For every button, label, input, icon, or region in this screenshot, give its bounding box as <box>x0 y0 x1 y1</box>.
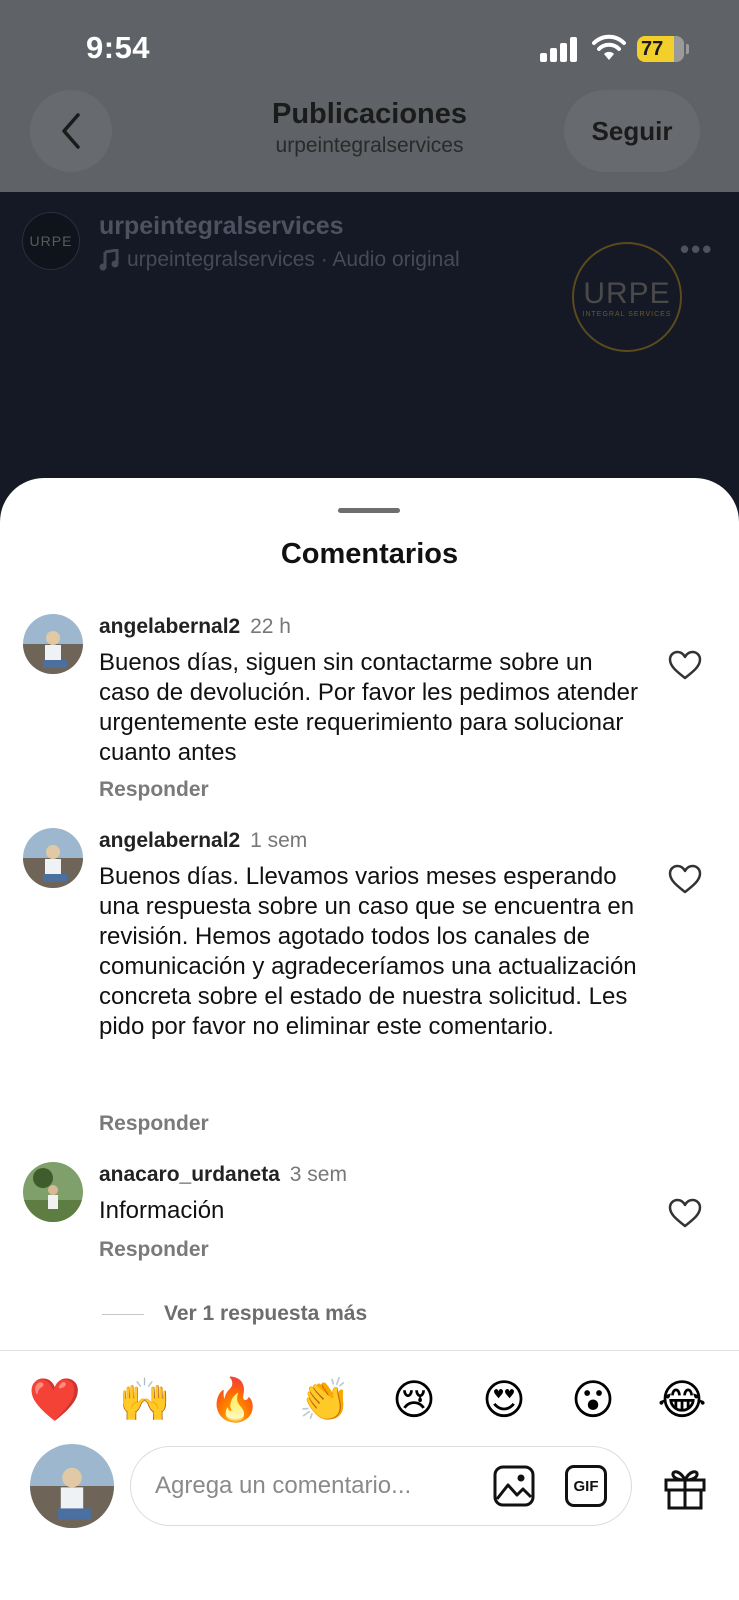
wifi-icon <box>592 34 626 60</box>
comment-header: angelabernal2 1 sem <box>99 828 307 854</box>
avatar[interactable] <box>23 614 83 674</box>
emoji-heart[interactable]: ❤️ <box>25 1370 85 1430</box>
comments-sheet: Comentarios angelabernal2 22 h Buenos dí… <box>0 478 739 1600</box>
post-avatar[interactable]: URPE <box>22 212 80 270</box>
divider-line <box>102 1313 144 1315</box>
chevron-left-icon <box>62 113 80 149</box>
emoji-clapping[interactable]: 👏 <box>295 1370 355 1430</box>
avatar[interactable] <box>23 1162 83 1222</box>
view-more-replies[interactable]: Ver 1 respuesta más <box>102 1302 367 1326</box>
sheet-title: Comentarios <box>280 538 459 570</box>
sheet-drag-handle[interactable] <box>338 508 400 513</box>
page-title: Publicaciones <box>271 98 467 130</box>
quick-emoji-bar: ❤️ 🙌 🔥 👏 😢 😍 😮 😂 <box>0 1370 739 1430</box>
current-user-avatar <box>30 1444 114 1528</box>
gift-icon[interactable] <box>662 1464 708 1510</box>
gif-button[interactable]: GIF <box>565 1465 607 1507</box>
logo-subtext: INTEGRAL SERVICES <box>582 310 672 318</box>
battery-icon: 77 <box>637 36 689 62</box>
status-time: 9:54 <box>86 30 151 65</box>
comment-text: Información <box>99 1197 225 1224</box>
comment-timestamp: 3 sem <box>289 1163 347 1186</box>
emoji-raised-hands[interactable]: 🙌 <box>115 1370 175 1430</box>
urpe-logo: URPE INTEGRAL SERVICES <box>572 242 682 352</box>
instagram-comments-screen: 9:54 77 Publicaciones urpeintegralservic… <box>0 0 739 1600</box>
top-bar: 9:54 77 Publicaciones urpeintegralservic… <box>0 0 739 192</box>
emoji-crying[interactable]: 😢 <box>384 1370 444 1430</box>
heart-icon[interactable] <box>668 864 702 894</box>
comment-username[interactable]: anacaro_urdaneta <box>99 1163 280 1186</box>
battery-level: 77 <box>641 38 664 60</box>
comment-timestamp: 22 h <box>250 615 291 638</box>
comment-username[interactable]: angelabernal2 <box>99 829 240 852</box>
comment-timestamp: 1 sem <box>250 829 308 852</box>
reply-button[interactable]: Responder <box>99 1238 209 1262</box>
reply-button[interactable]: Responder <box>99 778 209 802</box>
logo-text: URPE <box>583 276 671 310</box>
comment-header: anacaro_urdaneta 3 sem <box>99 1162 347 1188</box>
emoji-heart-eyes[interactable]: 😍 <box>474 1370 534 1430</box>
comment-input[interactable] <box>155 1447 475 1525</box>
comment-text: Buenos días. Llevamos varios meses esper… <box>99 863 637 1040</box>
post-audio-label: urpeintegralservices · Audio original <box>127 248 460 271</box>
heart-icon[interactable] <box>668 1198 702 1228</box>
back-button[interactable] <box>30 90 112 172</box>
more-options-icon[interactable]: ••• <box>680 234 713 265</box>
post-preview: URPE urpeintegralservices urpeintegralse… <box>0 192 739 522</box>
emoji-surprised[interactable]: 😮 <box>563 1370 623 1430</box>
avatar[interactable] <box>23 828 83 888</box>
reply-button[interactable]: Responder <box>99 1112 209 1136</box>
comment-composer: GIF <box>130 1446 632 1526</box>
comment-username[interactable]: angelabernal2 <box>99 615 240 638</box>
music-note-icon <box>99 249 119 271</box>
comment-header: angelabernal2 22 h <box>99 614 291 640</box>
heart-icon[interactable] <box>668 650 702 680</box>
image-picker-icon[interactable] <box>493 1465 535 1507</box>
status-bar: 9:54 77 <box>0 0 739 90</box>
follow-button[interactable]: Seguir <box>564 90 700 172</box>
post-username[interactable]: urpeintegralservices <box>99 212 344 241</box>
header-title-block: Publicaciones urpeintegralservices <box>200 96 539 160</box>
cellular-signal-icon <box>540 36 578 62</box>
post-audio-info[interactable]: urpeintegralservices · Audio original <box>99 248 460 272</box>
emoji-laughing[interactable]: 😂 <box>652 1370 712 1430</box>
composer-divider <box>0 1350 739 1351</box>
view-more-replies-label: Ver 1 respuesta más <box>164 1302 368 1325</box>
page-subtitle: urpeintegralservices <box>275 134 464 157</box>
comment-text: Buenos días, siguen sin contactarme sobr… <box>99 649 638 766</box>
emoji-fire[interactable]: 🔥 <box>205 1370 265 1430</box>
